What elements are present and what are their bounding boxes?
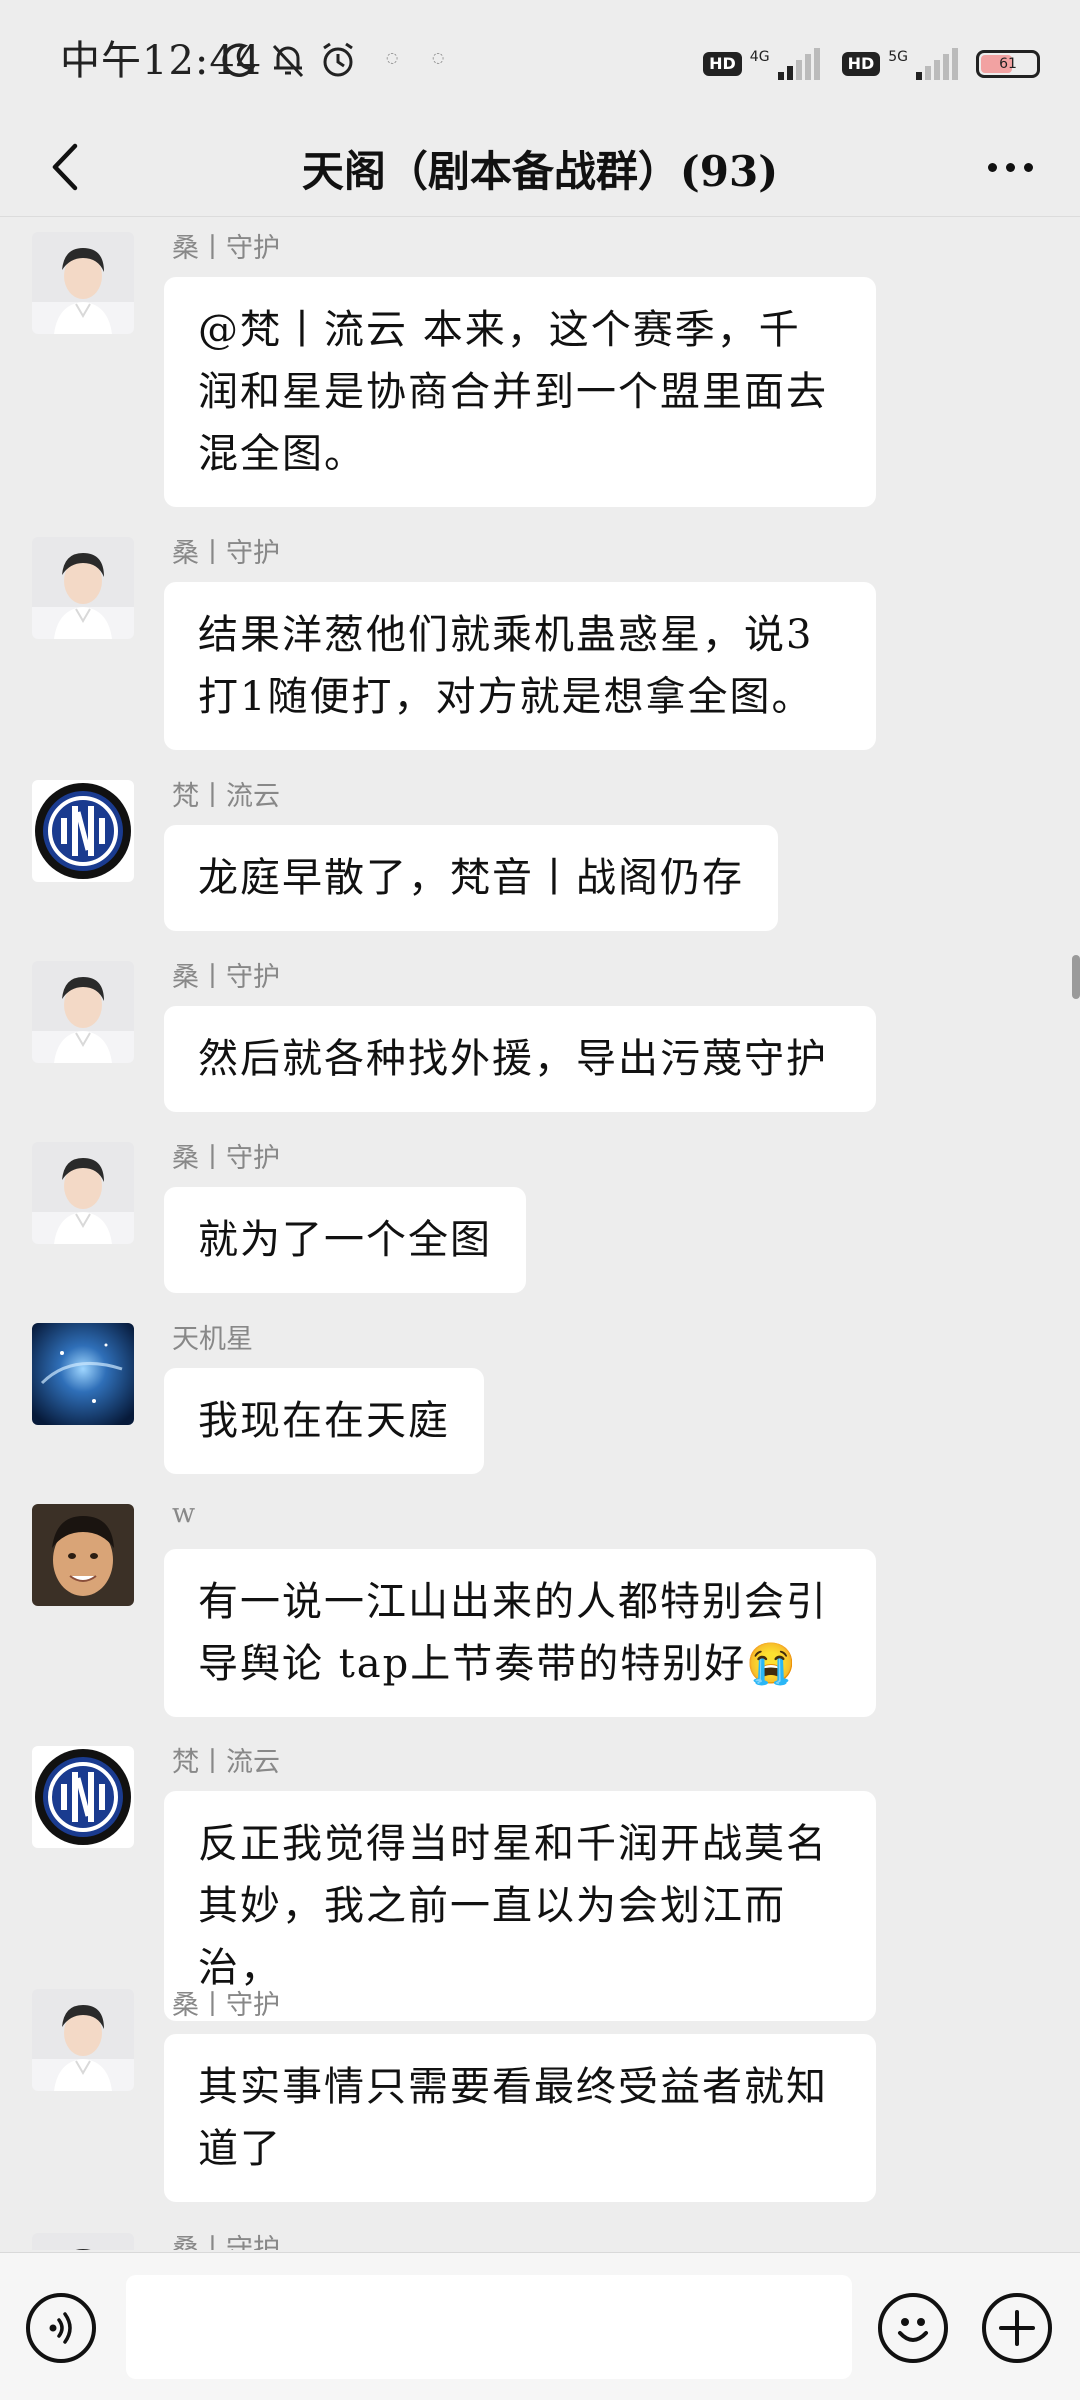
battery-text: 61 <box>999 56 1017 72</box>
voice-icon <box>49 2312 72 2344</box>
signal-icon <box>777 48 820 80</box>
sender-name: w <box>172 1498 196 1529</box>
message-input[interactable] <box>126 2275 852 2379</box>
notification-dot-icon: ◌ <box>386 50 399 66</box>
sender-name: 桑丨守护 <box>172 962 280 993</box>
man-avatar[interactable] <box>32 1989 134 2091</box>
sender-name: 桑丨守护 <box>172 538 280 569</box>
status-right: HD 4G HD 5G 61 <box>703 44 1040 84</box>
dot <box>1023 162 1033 172</box>
message-bubble[interactable]: 就为了一个全图 <box>164 1187 526 1293</box>
sender-name: 天机星 <box>172 1324 253 1355</box>
galaxy-avatar[interactable] <box>32 1323 134 1425</box>
moon-icon <box>222 43 256 77</box>
sender-name: 桑丨守护 <box>172 233 280 264</box>
sender-name: 桑丨守护 <box>172 2234 280 2250</box>
bell-off-icon <box>272 44 304 78</box>
message-bubble[interactable]: 龙庭早散了，梵音丨战阁仍存 <box>164 825 778 931</box>
plus-icon <box>999 2310 1035 2346</box>
plus-button[interactable] <box>982 2293 1052 2363</box>
boy-avatar[interactable] <box>32 1504 134 1606</box>
notification-dot-icon: ◌ <box>432 50 445 66</box>
status-bar: 中午12:44 ◌ ◌ HD 4G HD 5G 61 <box>0 0 1080 120</box>
network-type-2: 5G <box>888 49 908 65</box>
hd-badge-2: HD <box>841 52 881 76</box>
sender-name: 梵丨流云 <box>172 1747 280 1778</box>
message-list[interactable]: 桑丨守护 @梵丨流云 本来，这个赛季，千润和星是协商合并到一个盟里面去混全图。 … <box>0 217 1080 2250</box>
inter-logo-avatar[interactable] <box>32 780 134 882</box>
scrollbar-thumb[interactable] <box>1072 955 1080 999</box>
signal-icon-2 <box>916 48 958 80</box>
man-avatar[interactable] <box>32 232 134 334</box>
chat-screen: 中午12:44 ◌ ◌ HD 4G HD 5G 61 天阁（剧本备战群）(93)… <box>0 0 1080 2400</box>
message-bubble[interactable]: 其实事情只需要看最终受益者就知道了 <box>164 2034 876 2202</box>
inter-logo-avatar[interactable] <box>32 1746 134 1848</box>
emoji-button[interactable] <box>878 2293 948 2363</box>
message-bubble[interactable]: 我现在在天庭 <box>164 1368 484 1474</box>
more-button[interactable] <box>970 132 1050 202</box>
alarm-icon <box>323 42 353 77</box>
sender-name: 梵丨流云 <box>172 781 280 812</box>
sender-name: 桑丨守护 <box>172 1990 280 2021</box>
nav-bar: 天阁（剧本备战群）(93) <box>0 120 1080 217</box>
message-bubble[interactable]: 结果洋葱他们就乘机蛊惑星，说3打1随便打，对方就是想拿全图。 <box>164 582 876 750</box>
man-avatar[interactable] <box>32 961 134 1063</box>
message-bubble[interactable]: 有一说一江山出来的人都特别会引导舆论 tap上节奏带的特别好😭 <box>164 1549 876 1717</box>
battery-icon: 61 <box>976 50 1040 78</box>
man-avatar[interactable] <box>32 2233 134 2250</box>
emoji-icon <box>898 2318 928 2342</box>
dot <box>1005 162 1015 172</box>
sender-name: 桑丨守护 <box>172 1143 280 1174</box>
man-avatar[interactable] <box>32 1142 134 1244</box>
voice-button[interactable] <box>26 2293 96 2363</box>
dot <box>987 162 997 172</box>
message-bubble[interactable]: 然后就各种找外援，导出污蔑守护 <box>164 1006 876 1112</box>
back-button[interactable] <box>30 132 100 202</box>
chat-title: 天阁（剧本备战群）(93) <box>301 146 779 196</box>
chevron-left-icon <box>52 143 78 191</box>
man-avatar[interactable] <box>32 537 134 639</box>
network-type-1: 4G <box>749 49 770 65</box>
input-bar <box>0 2252 1080 2400</box>
message-bubble[interactable]: @梵丨流云 本来，这个赛季，千润和星是协商合并到一个盟里面去混全图。 <box>164 277 876 507</box>
hd-badge: HD <box>703 52 742 76</box>
